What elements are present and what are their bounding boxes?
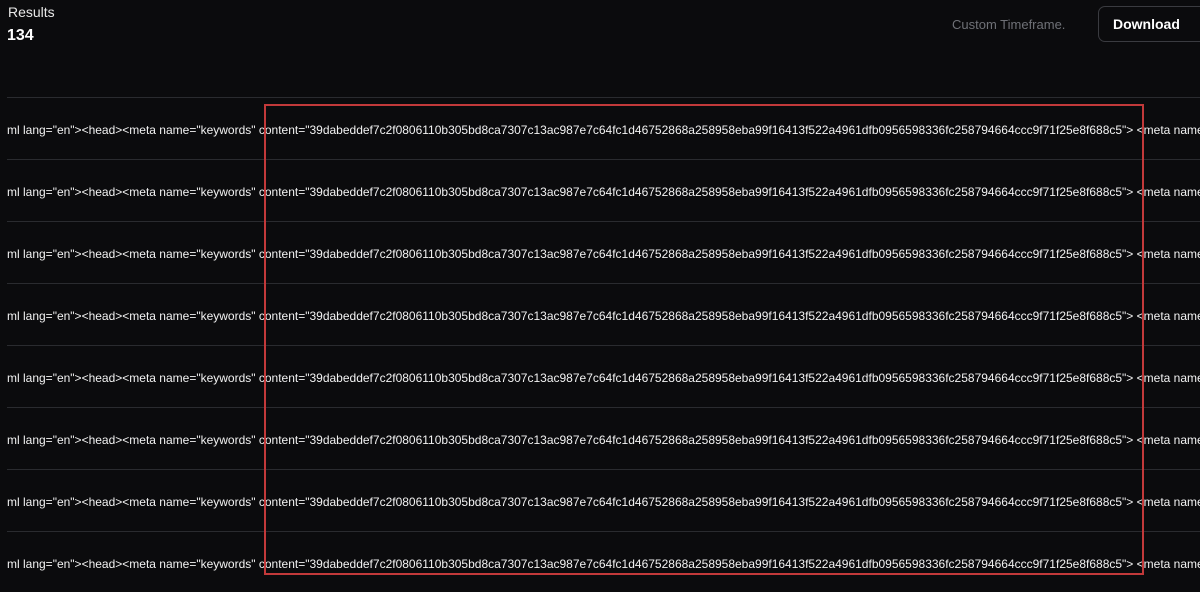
result-row-partial[interactable] (7, 56, 1200, 98)
result-row-text: ml lang="en"><head><meta name="keywords"… (7, 309, 1200, 323)
result-row-text (7, 59, 10, 73)
result-row[interactable]: ml lang="en"><head><meta name="keywords"… (7, 160, 1200, 222)
result-row[interactable]: ml lang="en"><head><meta name="keywords"… (7, 532, 1200, 592)
results-header: Results 134 Custom Timeframe. Download (0, 0, 1200, 56)
result-row[interactable]: ml lang="en"><head><meta name="keywords"… (7, 284, 1200, 346)
results-count: 134 (7, 27, 34, 44)
results-page: Results 134 Custom Timeframe. Download m… (0, 0, 1200, 592)
result-row[interactable]: ml lang="en"><head><meta name="keywords"… (7, 98, 1200, 160)
result-row[interactable]: ml lang="en"><head><meta name="keywords"… (7, 222, 1200, 284)
result-row-text: ml lang="en"><head><meta name="keywords"… (7, 123, 1200, 137)
result-row-text: ml lang="en"><head><meta name="keywords"… (7, 557, 1200, 571)
result-row-text: ml lang="en"><head><meta name="keywords"… (7, 185, 1200, 199)
results-list: ml lang="en"><head><meta name="keywords"… (0, 56, 1200, 592)
result-row-text: ml lang="en"><head><meta name="keywords"… (7, 371, 1200, 385)
result-row[interactable]: ml lang="en"><head><meta name="keywords"… (7, 346, 1200, 408)
result-row[interactable]: ml lang="en"><head><meta name="keywords"… (7, 470, 1200, 532)
result-row-text: ml lang="en"><head><meta name="keywords"… (7, 433, 1200, 447)
result-row-text: ml lang="en"><head><meta name="keywords"… (7, 247, 1200, 261)
results-label: Results (8, 4, 55, 20)
custom-timeframe-button[interactable]: Custom Timeframe. (952, 17, 1065, 32)
result-row-text: ml lang="en"><head><meta name="keywords"… (7, 495, 1200, 509)
download-button[interactable]: Download (1098, 6, 1200, 42)
result-row[interactable]: ml lang="en"><head><meta name="keywords"… (7, 408, 1200, 470)
